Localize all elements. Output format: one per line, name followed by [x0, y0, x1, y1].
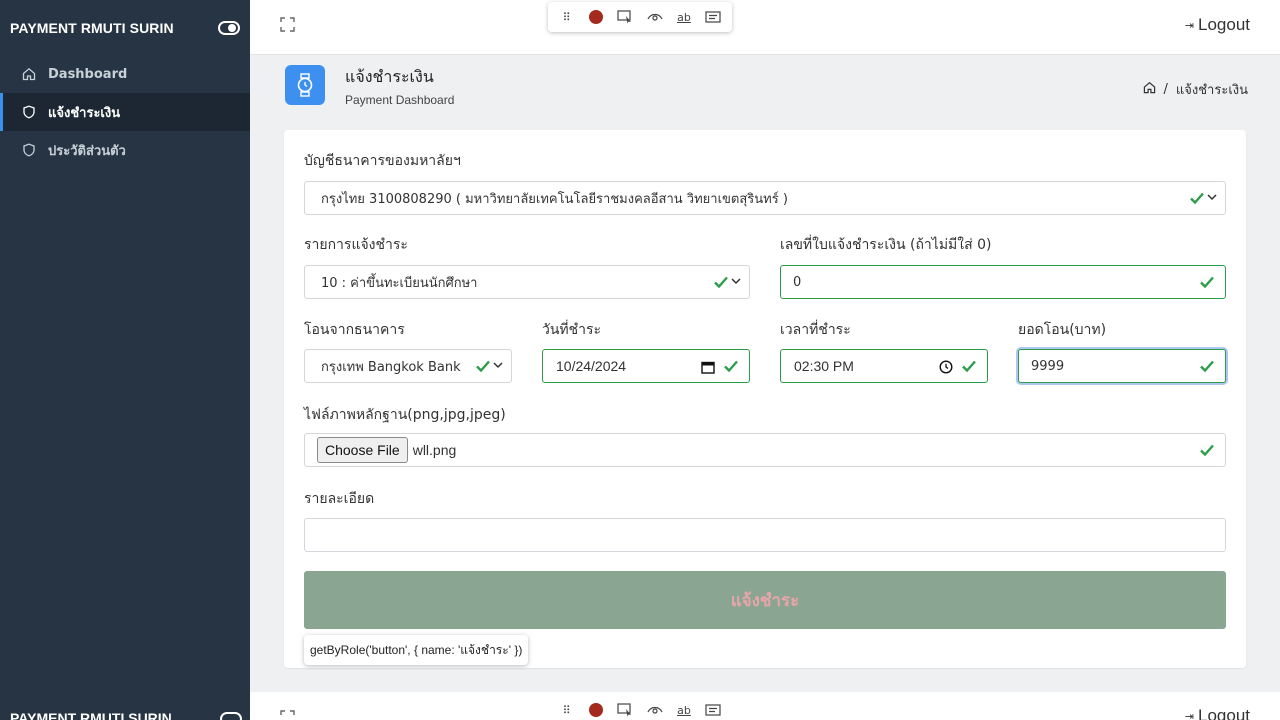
record-icon [588, 703, 603, 717]
shield-icon [22, 105, 36, 119]
drag-handle-icon[interactable]: ⠿ [557, 700, 577, 720]
assert-text-label: ab [677, 10, 691, 24]
pay-time-input[interactable]: 02:30 PM [780, 349, 988, 383]
amount-label: ยอดโอน(บาท) [1018, 322, 1107, 338]
file-input[interactable]: Choose File wll.png [304, 433, 1226, 467]
submit-payment-button[interactable]: แจ้งชำระ [304, 571, 1226, 629]
valid-check-icon [1200, 276, 1214, 289]
top-bar: ⇥ Logout [250, 0, 1280, 55]
page-title: แจ้งชำระเงิน [345, 67, 434, 86]
assert-value-icon[interactable] [703, 700, 723, 720]
brand-title: PAYMENT RMUTI SURIN [10, 710, 172, 720]
sidebar-item-label: Dashboard [48, 66, 128, 82]
fullscreen-icon[interactable] [280, 17, 295, 32]
locator-tooltip: getByRole('button', { name: 'แจ้งชำระ' }… [304, 635, 529, 665]
pay-time-value: 02:30 PM [794, 358, 854, 374]
duplicate-sidebar-strip: PAYMENT RMUTI SURIN [0, 692, 250, 720]
details-label: รายละเอียด [304, 491, 375, 507]
drag-handle-icon[interactable]: ⠿ [557, 7, 577, 27]
shield-icon [22, 143, 36, 157]
pay-time-label: เวลาที่ชำระ [780, 322, 851, 338]
breadcrumb: / แจ้งชำระเงิน [1143, 79, 1248, 100]
amount-input[interactable]: 9999 [1018, 349, 1226, 383]
clock-icon[interactable] [939, 360, 953, 374]
valid-check-icon [1200, 360, 1214, 373]
brand-title: PAYMENT RMUTI SURIN [10, 19, 174, 36]
theme-toggle-icon[interactable] [220, 712, 242, 720]
page-subtitle: Payment Dashboard [345, 93, 455, 107]
record-icon [588, 10, 603, 24]
logout-label: Logout [1198, 706, 1250, 720]
sidebar-item-label: แจ้งชำระเงิน [48, 105, 121, 121]
sidebar-item-payment[interactable]: แจ้งชำระเงิน [0, 93, 250, 131]
pay-date-value: 10/24/2024 [556, 358, 627, 374]
choose-file-button[interactable]: Choose File [317, 437, 408, 463]
chevron-down-icon [493, 362, 503, 369]
breadcrumb-current: แจ้งชำระเงิน [1175, 83, 1248, 98]
duplicate-topbar-strip [250, 692, 1280, 720]
assert-visibility-icon[interactable] [645, 700, 665, 720]
pay-date-label: วันที่ชำระ [542, 322, 602, 338]
bank-account-label: บัญชีธนาคารของมหาลัยฯ [304, 153, 461, 169]
assert-text-icon[interactable]: ab [674, 700, 694, 720]
invoice-no-input[interactable]: 0 [780, 265, 1226, 299]
chevron-down-icon [731, 278, 741, 285]
details-input[interactable] [304, 518, 1226, 552]
payment-form-card: บัญชีธนาคารของมหาลัยฯ กรุงไทย 3100808290… [284, 130, 1246, 668]
pay-date-input[interactable]: 10/24/2024 [542, 349, 750, 383]
pick-locator-icon[interactable] [615, 7, 635, 27]
payment-item-label: รายการแจ้งชำระ [304, 237, 408, 253]
chevron-down-icon [1207, 194, 1217, 201]
valid-check-icon [962, 360, 976, 373]
bank-account-select[interactable]: กรุงไทย 3100808290 ( มหาวิทยาลัยเทคโนโลย… [304, 181, 1226, 215]
amount-value: 9999 [1031, 358, 1065, 374]
payment-item-value: 10 : ค่าขึ้นทะเบียนนักศึกษา [321, 275, 478, 291]
from-bank-select[interactable]: กรุงเทพ Bangkok Bank [304, 349, 512, 383]
recorder-toolbar: ⠿ ab [548, 2, 732, 32]
assert-value-icon[interactable] [703, 7, 723, 27]
file-name: wll.png [412, 442, 457, 458]
fullscreen-icon[interactable] [280, 710, 295, 720]
sidebar: PAYMENT RMUTI SURIN Dashboard แจ้งชำระเง… [0, 0, 250, 720]
from-bank-value: กรุงเทพ Bangkok Bank [321, 359, 461, 375]
payment-item-select[interactable]: 10 : ค่าขึ้นทะเบียนนักศึกษา [304, 265, 750, 299]
from-bank-label: โอนจากธนาคาร [304, 322, 405, 338]
record-button[interactable] [586, 7, 606, 27]
logout-button[interactable]: ⇥ Logout [1185, 15, 1250, 35]
pick-locator-icon[interactable] [615, 700, 635, 720]
invoice-no-label: เลขที่ใบแจ้งชำระเงิน (ถ้าไม่มีใส่ 0) [780, 237, 992, 253]
bank-account-value: กรุงไทย 3100808290 ( มหาวิทยาลัยเทคโนโลย… [321, 191, 788, 207]
logout-icon: ⇥ [1184, 710, 1194, 720]
record-button[interactable] [586, 700, 606, 720]
sidebar-item-profile[interactable]: ประวัติส่วนตัว [0, 131, 250, 169]
valid-check-icon [714, 276, 728, 289]
calendar-icon[interactable] [701, 360, 715, 374]
valid-check-icon [1200, 444, 1214, 457]
theme-toggle-icon[interactable] [218, 20, 240, 35]
logout-button[interactable]: ⇥ Logout [1185, 706, 1250, 720]
home-icon [22, 67, 36, 81]
assert-text-icon[interactable]: ab [674, 7, 694, 27]
sidebar-item-label: ประวัติส่วนตัว [48, 143, 126, 159]
valid-check-icon [1190, 192, 1204, 205]
valid-check-icon [476, 360, 490, 373]
invoice-no-value: 0 [793, 274, 802, 290]
breadcrumb-separator: / [1163, 82, 1168, 97]
home-icon[interactable] [1143, 81, 1156, 98]
sidebar-brand: PAYMENT RMUTI SURIN [0, 0, 250, 55]
assert-visibility-icon[interactable] [645, 7, 665, 27]
sidebar-item-dashboard[interactable]: Dashboard [0, 55, 250, 93]
assert-text-label: ab [677, 703, 691, 717]
valid-check-icon [724, 360, 738, 373]
logout-label: Logout [1198, 15, 1250, 34]
file-label: ไฟล์ภาพหลักฐาน(png,jpg,jpeg) [304, 407, 506, 423]
watch-icon [285, 65, 325, 105]
recorder-toolbar: ⠿ ab [548, 696, 732, 720]
logout-icon: ⇥ [1184, 19, 1194, 32]
